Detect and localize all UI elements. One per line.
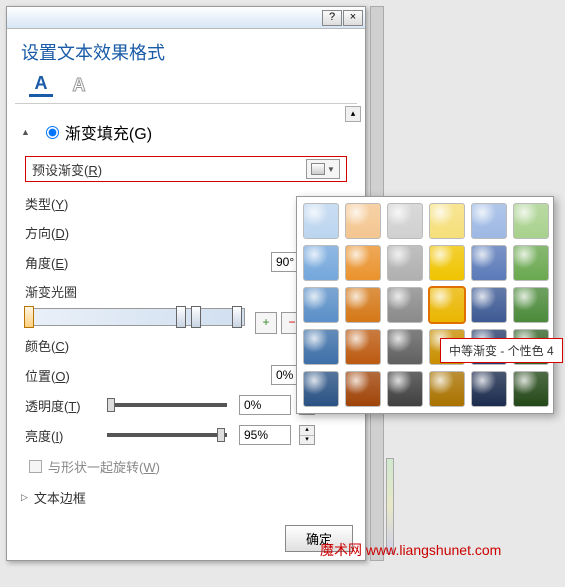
gradient-stop-3[interactable] [191, 306, 201, 328]
mode-tabs: A A [15, 73, 357, 104]
palette-swatch[interactable] [429, 203, 465, 239]
brightness-label: 亮度(I) [25, 426, 95, 445]
scroll-up-button[interactable]: ▴ [345, 106, 361, 122]
palette-swatch[interactable] [429, 287, 465, 323]
palette-swatch[interactable] [387, 203, 423, 239]
palette-swatch[interactable] [471, 287, 507, 323]
section-text-border[interactable]: ▷ 文本边框 [21, 488, 351, 507]
add-stop-button[interactable]: + [255, 312, 277, 334]
palette-swatch[interactable] [471, 371, 507, 407]
stops-label: 渐变光圈 [25, 285, 77, 300]
preset-swatch-icon [311, 163, 325, 175]
palette-swatch[interactable] [471, 203, 507, 239]
palette-swatch[interactable] [387, 371, 423, 407]
palette-swatch[interactable] [513, 245, 549, 281]
palette-grid [302, 202, 548, 408]
palette-swatch[interactable] [303, 287, 339, 323]
gradient-fill-label: 渐变填充(G) [65, 120, 152, 144]
transparency-slider[interactable] [107, 403, 227, 407]
gradient-stop-4[interactable] [232, 306, 242, 328]
gradient-stop-2[interactable] [176, 306, 186, 328]
palette-swatch[interactable] [345, 329, 381, 365]
palette-swatch[interactable] [429, 245, 465, 281]
dialog-title: 设置文本效果格式 [7, 29, 365, 73]
direction-label: 方向(D) [25, 223, 95, 242]
transparency-input[interactable] [239, 395, 291, 415]
gradient-stop-1[interactable] [24, 306, 34, 328]
color-label: 颜色(C) [25, 336, 95, 355]
section-gradient-fill[interactable]: ▲ 渐变填充(G) [21, 120, 351, 144]
palette-swatch[interactable] [345, 245, 381, 281]
angle-label: 角度(E) [25, 253, 95, 272]
palette-swatch[interactable] [345, 287, 381, 323]
rotate-with-shape-row: 与形状一起旋转(W) [29, 457, 343, 476]
titlebar: ? × [7, 7, 365, 29]
palette-swatch[interactable] [513, 203, 549, 239]
text-border-label: 文本边框 [34, 488, 86, 507]
position-label: 位置(O) [25, 366, 95, 385]
collapse-icon: ▷ [21, 492, 28, 503]
palette-swatch[interactable] [303, 371, 339, 407]
swatch-tooltip: 中等渐变 - 个性色 4 [440, 338, 563, 363]
tab-text-fill[interactable]: A [29, 73, 53, 97]
gradient-stops-track[interactable] [25, 308, 245, 326]
brightness-slider[interactable] [107, 433, 227, 437]
help-button[interactable]: ? [322, 10, 342, 26]
preset-gradient-dropdown[interactable]: ▼ [306, 159, 340, 179]
palette-swatch[interactable] [429, 371, 465, 407]
watermark: 魔术网 www.liangshunet.com [320, 540, 501, 560]
tab-text-outline[interactable]: A [67, 73, 91, 97]
palette-swatch[interactable] [513, 371, 549, 407]
palette-swatch[interactable] [303, 245, 339, 281]
expand-icon: ▲ [21, 127, 30, 137]
palette-swatch[interactable] [303, 203, 339, 239]
preset-label: 预设渐变(R) [32, 160, 102, 179]
palette-swatch[interactable] [303, 329, 339, 365]
palette-swatch[interactable] [471, 245, 507, 281]
chevron-down-icon: ▼ [327, 165, 335, 174]
preset-gradient-row: 预设渐变(R) ▼ [25, 156, 347, 182]
palette-swatch[interactable] [387, 329, 423, 365]
brightness-input[interactable] [239, 425, 291, 445]
palette-swatch[interactable] [387, 245, 423, 281]
palette-swatch[interactable] [345, 203, 381, 239]
type-label: 类型(Y) [25, 194, 95, 213]
rotate-checkbox[interactable] [29, 460, 42, 473]
transparency-label: 透明度(T) [25, 396, 95, 415]
gradient-fill-radio[interactable] [46, 126, 59, 139]
brightness-spinner[interactable]: ▴▾ [299, 425, 315, 445]
rotate-label: 与形状一起旋转(W) [48, 457, 160, 476]
palette-swatch[interactable] [387, 287, 423, 323]
preset-gradient-palette [296, 196, 554, 414]
palette-swatch[interactable] [513, 287, 549, 323]
close-button[interactable]: × [343, 10, 363, 26]
palette-swatch[interactable] [345, 371, 381, 407]
